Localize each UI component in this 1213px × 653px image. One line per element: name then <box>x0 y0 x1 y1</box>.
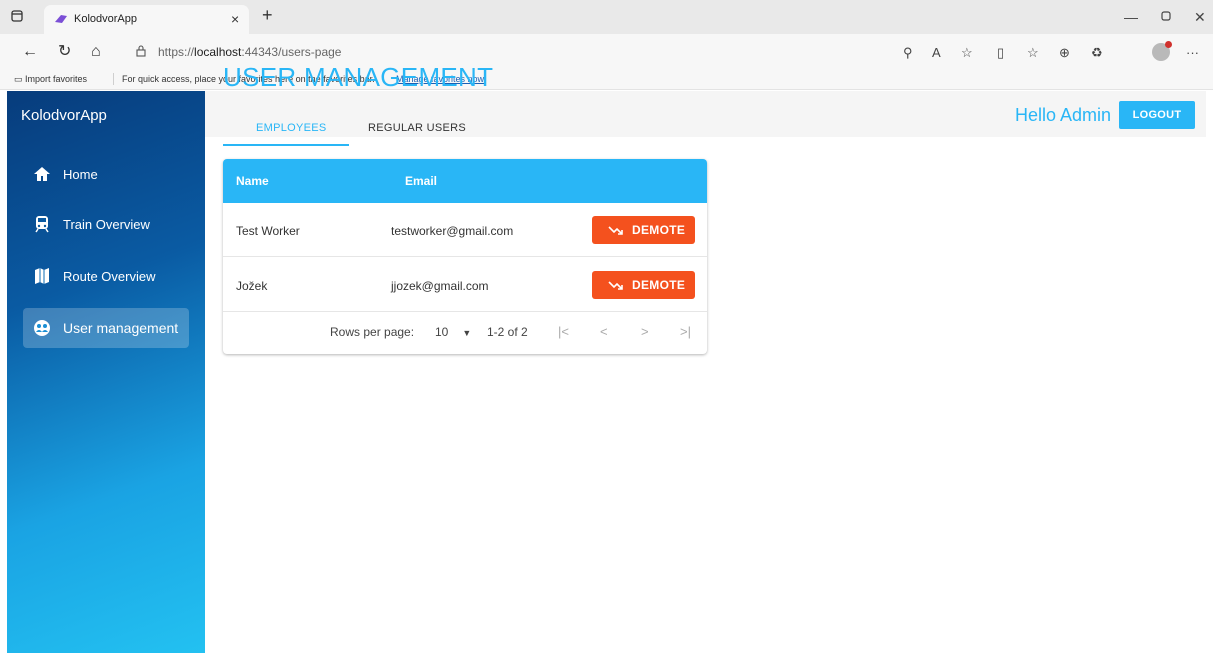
sidebar-item-label: Train Overview <box>63 217 150 232</box>
demote-button[interactable]: DEMOTE <box>592 271 695 299</box>
import-favorites-button[interactable]: ▭ Import favorites <box>14 74 87 85</box>
active-tab-indicator <box>223 144 349 146</box>
split-screen-icon[interactable]: ▯ <box>997 45 1004 61</box>
logout-button[interactable]: LOGOUT <box>1119 101 1195 129</box>
browser-tab-title: KolodvorApp <box>74 13 137 25</box>
dropdown-arrow-icon: ▼ <box>462 328 472 338</box>
sidebar-item-label: Home <box>63 167 98 182</box>
column-header-name[interactable]: Name <box>236 174 269 188</box>
key-icon[interactable]: ⚲ <box>903 45 913 61</box>
greeting-text: Hello Admin <box>1014 105 1111 125</box>
user-email: jjozek@gmail.com <box>391 279 489 293</box>
collections-icon[interactable]: ⊕ <box>1059 45 1070 61</box>
app-favicon-icon <box>55 15 67 23</box>
demote-button-label: DEMOTE <box>632 278 686 292</box>
tab-actions-icon[interactable] <box>10 10 24 24</box>
train-icon <box>33 215 51 233</box>
rows-per-page-label: Rows per page: <box>330 325 415 339</box>
page-title: USER MANAGEMENT <box>223 62 494 92</box>
browser-window: KolodvorApp × + — ✕ ← ↻ ⌂ https://localh… <box>0 0 1213 653</box>
trending-down-icon <box>608 281 623 290</box>
user-name: Test Worker <box>236 224 300 238</box>
user-email: testworker@gmail.com <box>391 224 514 238</box>
browser-tab[interactable]: KolodvorApp × <box>44 5 249 34</box>
table-row: Test Worker testworker@gmail.com DEMOTE <box>223 203 707 257</box>
demote-button-label: DEMOTE <box>632 223 686 237</box>
tab-close-icon[interactable]: × <box>231 11 239 27</box>
table-header: Name Email <box>223 159 707 203</box>
favorites-divider <box>113 73 114 85</box>
restore-icon[interactable] <box>1160 9 1172 25</box>
users-table: Name Email Test Worker testworker@gmail.… <box>223 159 707 354</box>
tab-employees[interactable]: EMPLOYEES <box>256 122 327 134</box>
tab-regular-users[interactable]: REGULAR USERS <box>368 122 466 134</box>
previous-page-icon[interactable]: < <box>600 324 608 339</box>
pagination-range: 1-2 of 2 <box>487 325 528 339</box>
sidebar-item-user-management[interactable]: User management <box>23 308 189 348</box>
home-icon <box>33 165 51 183</box>
next-page-icon[interactable]: > <box>641 324 649 339</box>
last-page-icon[interactable]: >| <box>680 324 691 339</box>
sidebar-item-label: User management <box>63 320 179 336</box>
map-icon <box>33 267 51 285</box>
rows-per-page-select[interactable]: 10 ▼ <box>435 325 471 339</box>
sidebar-item-train-overview[interactable]: Train Overview <box>23 204 189 244</box>
favorites-bar: ▭ Import favorites For quick access, pla… <box>0 70 1213 90</box>
url-text: https://localhost:44343/users-page <box>158 45 342 59</box>
column-header-email[interactable]: Email <box>405 174 437 188</box>
refresh-icon[interactable]: ↻ <box>58 43 71 61</box>
users-icon <box>33 319 51 337</box>
more-icon[interactable]: ··· <box>1186 45 1199 60</box>
browser-toolbar: ← ↻ ⌂ https://localhost:44343/users-page… <box>0 34 1213 70</box>
demote-button[interactable]: DEMOTE <box>592 216 695 244</box>
new-tab-button[interactable]: + <box>262 5 273 26</box>
user-type-tabs: EMPLOYEES REGULAR USERS <box>223 113 483 146</box>
back-icon[interactable]: ← <box>22 43 38 61</box>
minimize-icon[interactable]: — <box>1124 9 1138 25</box>
favorite-star-icon[interactable]: ☆ <box>961 45 973 61</box>
trending-down-icon <box>608 226 623 235</box>
extensions-icon[interactable]: ♻ <box>1091 45 1103 61</box>
table-row: Jožek jjozek@gmail.com DEMOTE <box>223 258 707 312</box>
app-brand[interactable]: KolodvorApp <box>21 107 107 124</box>
notification-dot <box>1165 41 1172 48</box>
user-name: Jožek <box>236 279 268 293</box>
read-aloud-icon[interactable]: A <box>932 45 941 60</box>
sidebar-item-route-overview[interactable]: Route Overview <box>23 256 189 296</box>
table-pagination: Rows per page: 10 ▼ 1-2 of 2 |< < > >| <box>223 312 707 354</box>
close-window-icon[interactable]: ✕ <box>1194 9 1206 26</box>
sidebar: KolodvorApp Home Train Overview Route Ov… <box>7 91 205 653</box>
sidebar-item-home[interactable]: Home <box>23 154 189 194</box>
first-page-icon[interactable]: |< <box>558 324 569 339</box>
lock-icon <box>136 45 146 60</box>
home-browser-icon[interactable]: ⌂ <box>91 43 101 61</box>
browser-tab-strip: KolodvorApp × + — ✕ <box>0 0 1213 34</box>
favorites-icon[interactable]: ☆ <box>1027 45 1039 61</box>
sidebar-item-label: Route Overview <box>63 269 156 284</box>
profile-avatar[interactable] <box>1152 41 1172 61</box>
